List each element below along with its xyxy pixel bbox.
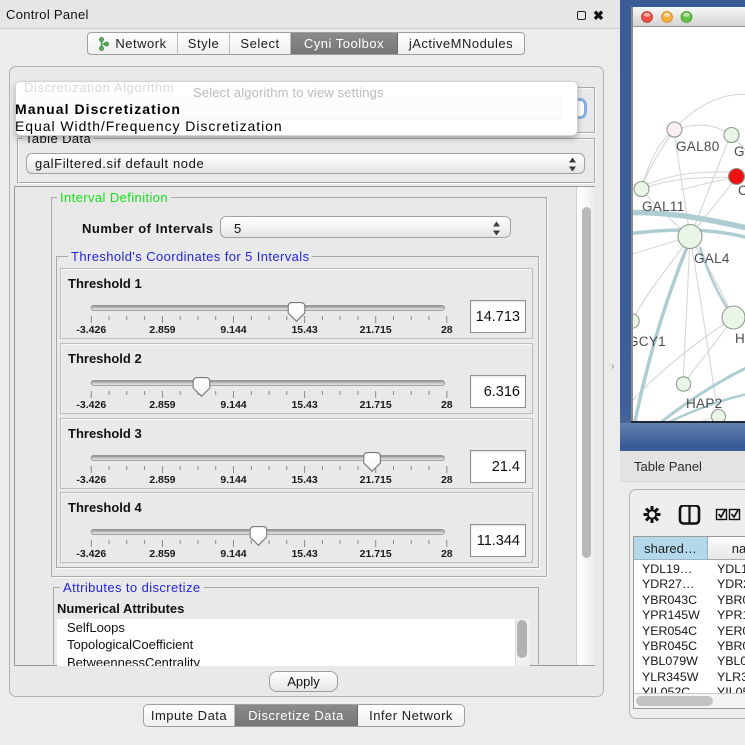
svg-text:2.859: 2.859 bbox=[149, 548, 175, 560]
svg-text:GAL80: GAL80 bbox=[676, 139, 720, 154]
svg-text:15.43: 15.43 bbox=[291, 548, 317, 560]
svg-text:2.859: 2.859 bbox=[149, 474, 175, 486]
svg-text:HAP2: HAP2 bbox=[686, 396, 722, 411]
svg-text:21.715: 21.715 bbox=[360, 399, 392, 411]
svg-text:21.715: 21.715 bbox=[360, 324, 392, 336]
svg-text:2.859: 2.859 bbox=[149, 399, 175, 411]
svg-text:15.43: 15.43 bbox=[291, 474, 317, 486]
svg-text:28: 28 bbox=[441, 324, 453, 336]
svg-text:21.715: 21.715 bbox=[360, 474, 392, 486]
svg-text:9.144: 9.144 bbox=[220, 548, 246, 560]
svg-text:GCY1: GCY1 bbox=[633, 334, 666, 349]
svg-text:GAL11: GAL11 bbox=[642, 199, 685, 214]
svg-text:-3.426: -3.426 bbox=[76, 474, 106, 486]
svg-text:28: 28 bbox=[441, 474, 453, 486]
svg-text:-3.426: -3.426 bbox=[76, 324, 106, 336]
svg-text:-3.426: -3.426 bbox=[76, 548, 106, 560]
svg-text:C: C bbox=[738, 183, 745, 198]
svg-text:28: 28 bbox=[441, 399, 453, 411]
svg-text:GAL4: GAL4 bbox=[694, 251, 730, 266]
svg-text:15.43: 15.43 bbox=[291, 399, 317, 411]
svg-text:28: 28 bbox=[441, 548, 453, 560]
svg-text:H: H bbox=[735, 331, 745, 346]
svg-text:15.43: 15.43 bbox=[291, 324, 317, 336]
svg-text:GA: GA bbox=[734, 144, 745, 159]
svg-text:9.144: 9.144 bbox=[220, 399, 246, 411]
svg-text:9.144: 9.144 bbox=[220, 474, 246, 486]
svg-text:9.144: 9.144 bbox=[220, 324, 246, 336]
svg-text:2.859: 2.859 bbox=[149, 324, 175, 336]
svg-text:-3.426: -3.426 bbox=[76, 399, 106, 411]
svg-text:21.715: 21.715 bbox=[360, 548, 392, 560]
